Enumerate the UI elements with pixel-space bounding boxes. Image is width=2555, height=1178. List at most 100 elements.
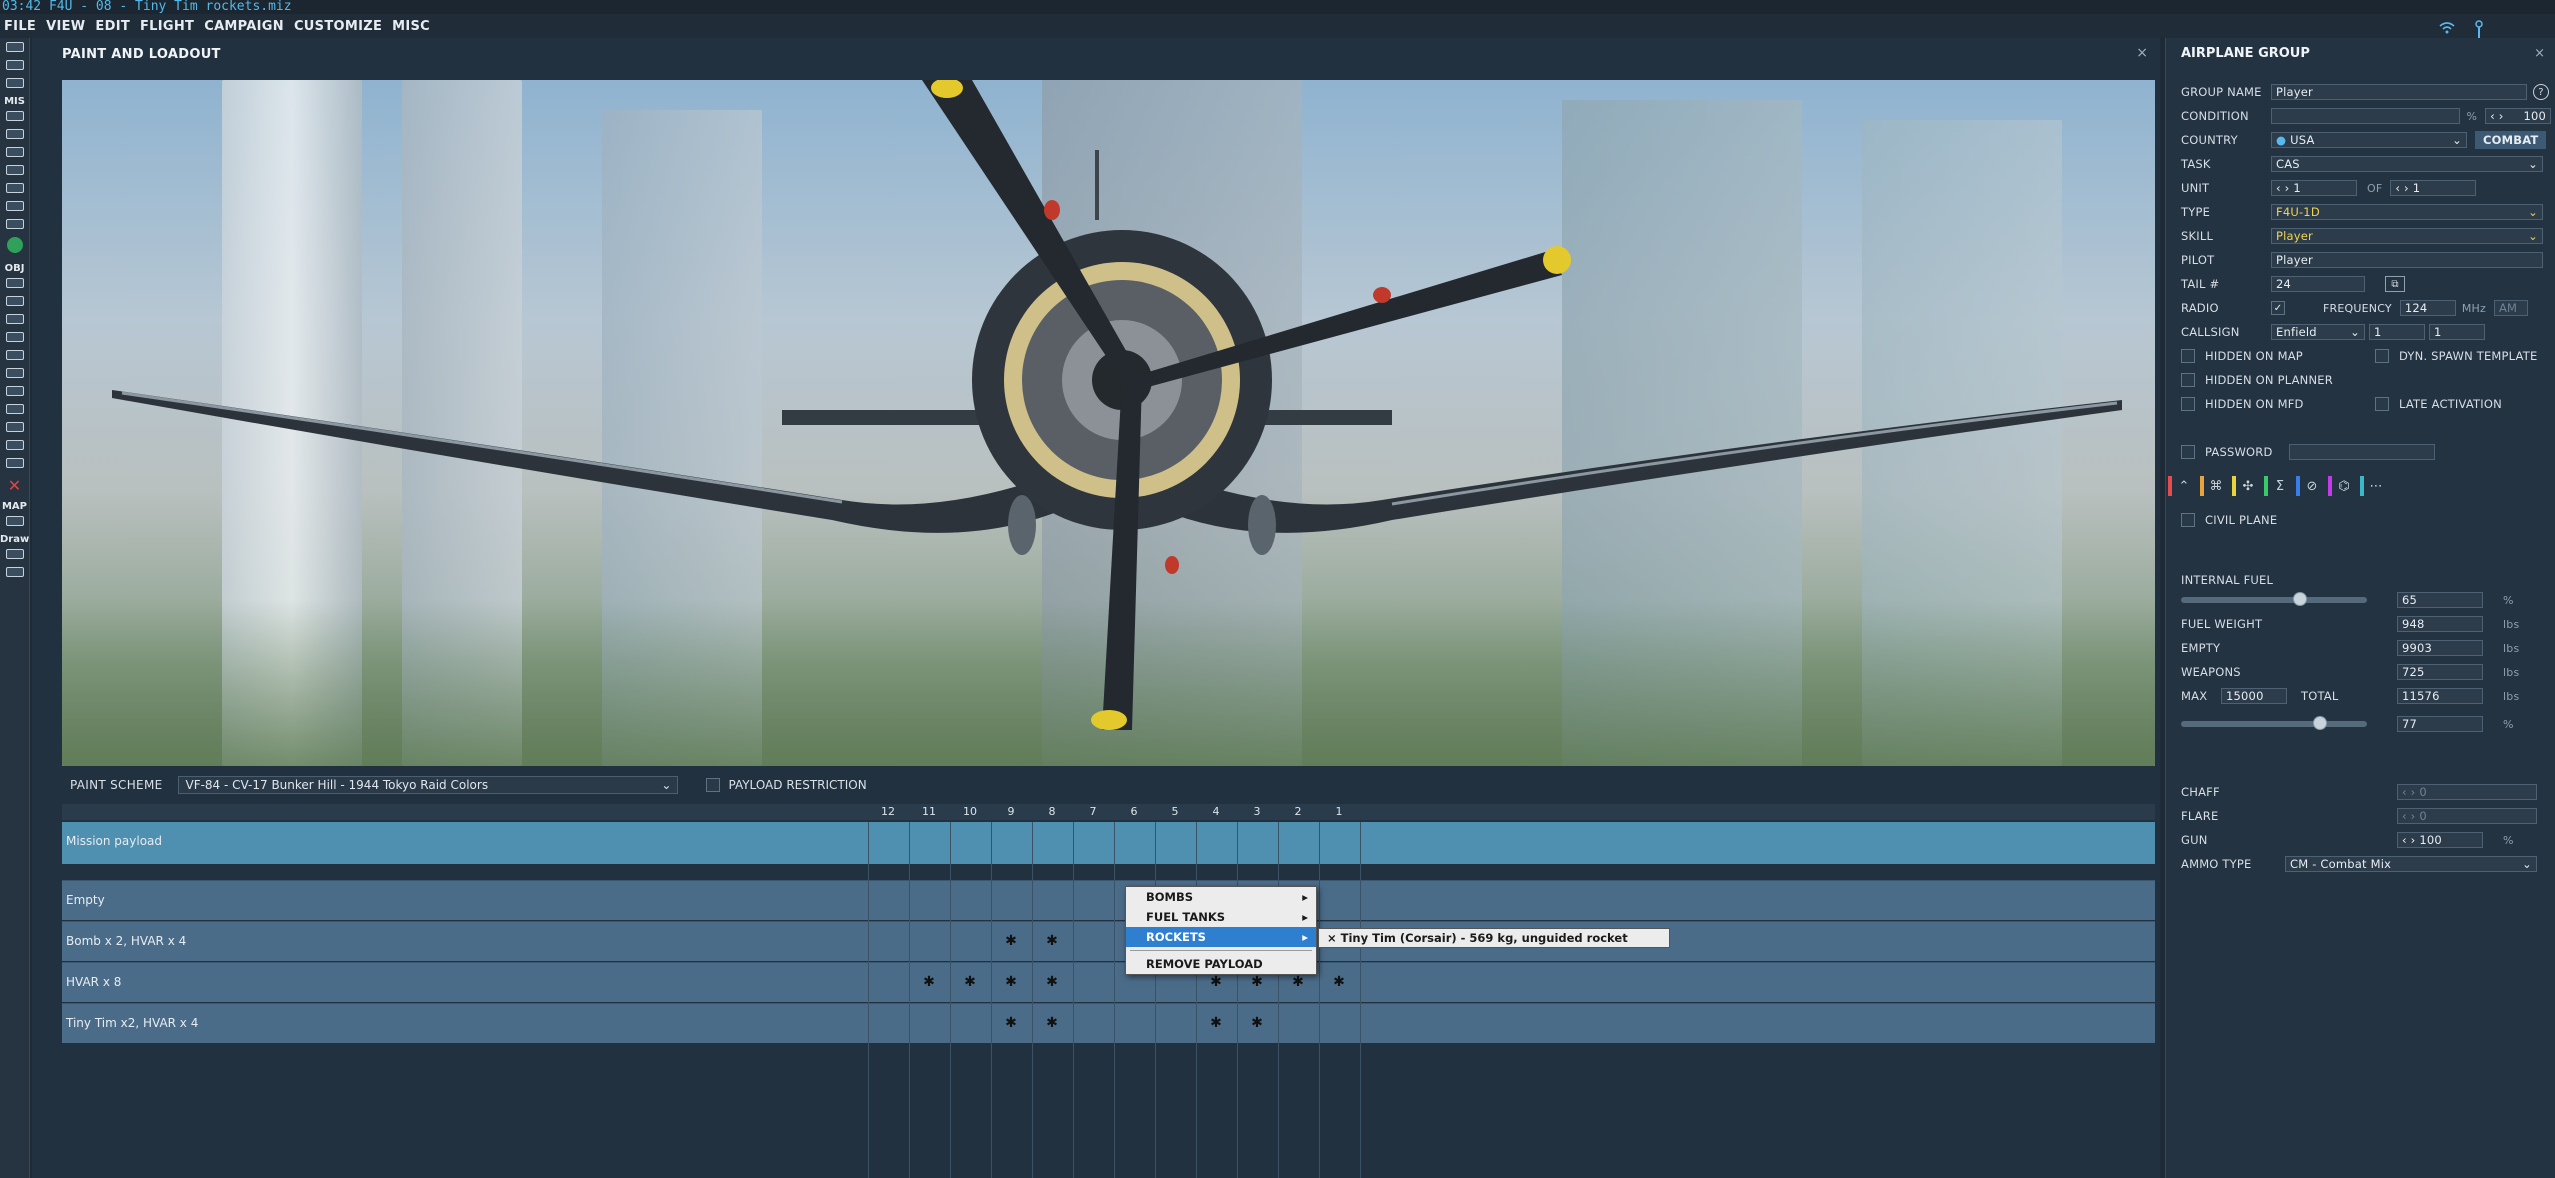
menu-flight[interactable]: FLIGHT	[140, 19, 194, 34]
callsign-select[interactable]: Enfield ⌄	[2271, 324, 2365, 340]
summary-tab-icon[interactable]: Σ	[2264, 474, 2296, 498]
payload-restriction-checkbox[interactable]	[706, 778, 721, 792]
submenu-item-tiny-tim[interactable]: × Tiny Tim (Corsair) - 569 kg, unguided …	[1318, 928, 1670, 948]
gun-stepper[interactable]: ‹ › 100	[2397, 832, 2483, 848]
fuel-weight-input[interactable]: 948	[2397, 616, 2483, 632]
more-tab-icon[interactable]: ⋯	[2360, 474, 2392, 498]
resource-manager-icon[interactable]	[5, 183, 24, 193]
modulation-select[interactable]: AM	[2493, 300, 2528, 316]
internal-fuel-slider-knob[interactable]	[2292, 592, 2307, 606]
unit-stepper[interactable]: ‹ › 1	[2271, 180, 2357, 196]
hidden-on-planner-checkbox[interactable]	[2181, 373, 2195, 387]
weapon-mark-icon[interactable]: ✱	[1278, 974, 1318, 990]
ruler-icon[interactable]	[5, 549, 24, 559]
mission-briefing-icon[interactable]	[5, 111, 24, 121]
internal-fuel-input[interactable]: 65	[2397, 592, 2483, 608]
menu-edit[interactable]: EDIT	[95, 19, 130, 34]
weapon-mark-icon[interactable]: ✱	[1319, 974, 1359, 990]
condition-input[interactable]	[2270, 108, 2461, 124]
menu-view[interactable]: VIEW	[46, 19, 85, 34]
late-activation-checkbox[interactable]	[2375, 397, 2389, 411]
type-select[interactable]: F4U-1D ⌄	[2271, 204, 2543, 220]
weapon-mark-icon[interactable]: ✱	[1237, 974, 1277, 990]
route-tab-icon[interactable]: ⌃	[2168, 474, 2200, 498]
shapes-icon[interactable]	[5, 458, 24, 468]
condition-stepper[interactable]: ‹ › 100	[2485, 108, 2551, 124]
helicopter-icon[interactable]	[5, 296, 24, 306]
hidden-on-mfd-checkbox[interactable]	[2181, 397, 2195, 411]
menu-item-remove-payload[interactable]: REMOVE PAYLOAD	[1126, 954, 1316, 974]
fly-mission-icon[interactable]	[6, 237, 23, 253]
unit-total-stepper[interactable]: ‹ › 1	[2390, 180, 2477, 196]
triggers-icon[interactable]	[5, 147, 24, 157]
close-icon[interactable]: ×	[2136, 45, 2148, 61]
loadout-row[interactable]: HVAR x 8	[62, 962, 2155, 1002]
weapon-mark-icon[interactable]: ✱	[1196, 974, 1236, 990]
weapon-mark-icon[interactable]: ✱	[909, 974, 949, 990]
failures-tab-icon[interactable]: ⊘	[2296, 474, 2328, 498]
targets-tab-icon[interactable]: ✣	[2232, 474, 2264, 498]
loadout-row[interactable]: Bomb x 2, HVAR x 4	[62, 921, 2155, 961]
group-name-input[interactable]: Player	[2271, 84, 2527, 100]
save-file-icon[interactable]	[5, 78, 24, 88]
map-key-icon[interactable]	[5, 516, 24, 526]
vehicle-icon[interactable]	[5, 332, 24, 342]
target-icon[interactable]	[5, 404, 24, 414]
check-icon[interactable]	[5, 201, 24, 211]
callsign-number-2[interactable]: 1	[2429, 324, 2485, 340]
group-icon[interactable]	[5, 440, 24, 450]
weapon-mark-icon[interactable]: ✱	[991, 933, 1031, 949]
tail-input[interactable]: 24	[2271, 276, 2365, 292]
airplane-icon[interactable]	[5, 278, 24, 288]
pilot-input[interactable]: Player	[2271, 252, 2543, 268]
combat-button[interactable]: COMBAT	[2475, 131, 2547, 149]
weapon-mark-icon[interactable]: ✱	[1196, 1015, 1236, 1031]
weapon-mark-icon[interactable]: ✱	[991, 974, 1031, 990]
weapon-mark-icon[interactable]: ✱	[950, 974, 990, 990]
rectangle-icon[interactable]	[5, 567, 24, 577]
static-object-icon[interactable]	[5, 350, 24, 360]
units-list-icon[interactable]	[5, 219, 24, 229]
nav-point-icon[interactable]	[5, 422, 24, 432]
skill-select[interactable]: Player ⌄	[2271, 228, 2543, 244]
weapon-mark-icon[interactable]: ✱	[991, 1015, 1031, 1031]
weapon-mark-icon[interactable]: ✱	[1032, 1015, 1072, 1031]
frequency-input[interactable]: 124	[2399, 300, 2456, 316]
delete-icon[interactable]: ✕	[0, 476, 29, 495]
weapon-mark-icon[interactable]: ✱	[1237, 1015, 1277, 1031]
loadout-row-mission[interactable]: Mission payload	[62, 822, 2155, 864]
password-checkbox[interactable]	[2181, 445, 2195, 459]
ship-icon[interactable]	[5, 314, 24, 324]
copy-icon[interactable]: ⧉	[2385, 276, 2405, 292]
menu-customize[interactable]: CUSTOMIZE	[294, 19, 382, 34]
close-icon[interactable]: ×	[2534, 46, 2545, 61]
civil-plane-checkbox[interactable]	[2181, 513, 2195, 527]
task-select[interactable]: CAS ⌄	[2271, 156, 2543, 172]
template-icon[interactable]	[5, 368, 24, 378]
radio-tab-icon[interactable]: ⌬	[2328, 474, 2360, 498]
menu-item-bombs[interactable]: BOMBS ▸	[1126, 887, 1316, 907]
menu-misc[interactable]: MISC	[392, 19, 430, 34]
trigger-zone-icon[interactable]	[5, 386, 24, 396]
loadout-tab-icon[interactable]: ⌘	[2200, 474, 2232, 498]
weather-icon[interactable]	[5, 129, 24, 139]
hidden-on-map-checkbox[interactable]	[2181, 349, 2195, 363]
aircraft-preview[interactable]	[62, 80, 2155, 766]
ammo-type-select[interactable]: CM - Combat Mix ⌄	[2285, 856, 2537, 872]
weapon-mark-icon[interactable]: ✱	[1032, 974, 1072, 990]
country-select[interactable]: ● USA ⌄	[2271, 132, 2467, 148]
toolbar-section-draw[interactable]: Draw	[0, 534, 29, 545]
menu-campaign[interactable]: CAMPAIGN	[204, 19, 284, 34]
open-file-icon[interactable]	[5, 60, 24, 70]
help-icon[interactable]: ?	[2533, 84, 2549, 100]
weapon-mark-icon[interactable]: ✱	[1032, 933, 1072, 949]
menu-item-fuel-tanks[interactable]: FUEL TANKS ▸	[1126, 907, 1316, 927]
password-input[interactable]	[2289, 444, 2435, 460]
radio-checkbox[interactable]: ✓	[2271, 301, 2285, 315]
goals-icon[interactable]	[5, 165, 24, 175]
payload-restriction[interactable]: PAYLOAD RESTRICTION	[706, 778, 867, 792]
dyn-spawn-checkbox[interactable]	[2375, 349, 2389, 363]
paint-scheme-select[interactable]: VF-84 - CV-17 Bunker Hill - 1944 Tokyo R…	[178, 776, 679, 794]
menu-file[interactable]: FILE	[4, 19, 36, 34]
menu-item-rockets[interactable]: ROCKETS ▸	[1126, 927, 1316, 947]
